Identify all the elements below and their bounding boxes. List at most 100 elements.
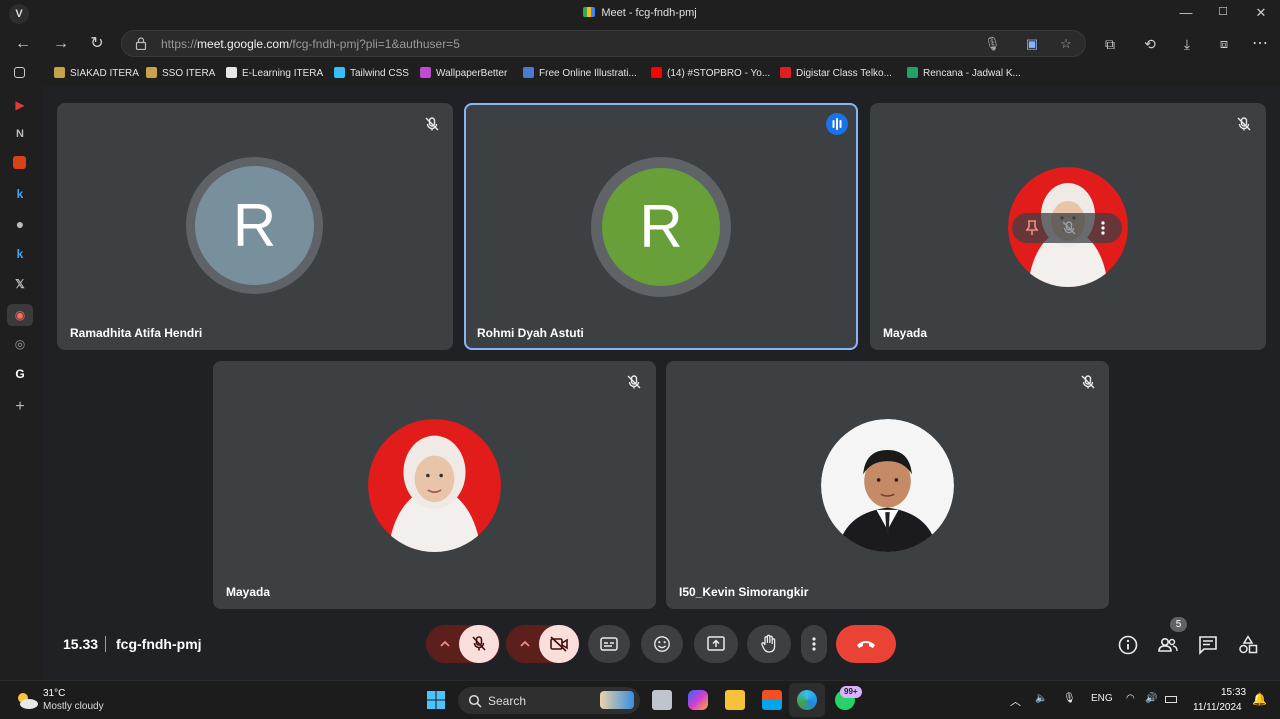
k2-icon[interactable]: k bbox=[12, 246, 28, 262]
x-icon[interactable]: 𝕏 bbox=[12, 276, 28, 292]
end-call-icon bbox=[857, 641, 875, 648]
participant-tile[interactable]: R Ramadhita Atifa Hendri bbox=[57, 103, 453, 350]
favorite-wallpaper[interactable]: WallpaperBetter bbox=[420, 67, 507, 79]
bookmark-icon bbox=[907, 67, 918, 78]
back-button[interactable]: ← bbox=[12, 33, 34, 55]
title-bar: V Meet - fcg-fndh-pmj — ☐ ✕ bbox=[0, 0, 1280, 28]
hand-icon bbox=[761, 634, 776, 653]
edge-browser-icon[interactable] bbox=[797, 690, 817, 710]
activities-icon[interactable] bbox=[1237, 634, 1259, 656]
avatar-photo bbox=[821, 419, 954, 552]
microphone-permission-icon[interactable]: 🎙 bbox=[984, 36, 1001, 52]
extensions-icon[interactable]: ⧉ bbox=[1099, 33, 1121, 55]
chat-icon[interactable] bbox=[1197, 634, 1219, 656]
chevron-up-icon[interactable]: ︿ bbox=[1010, 693, 1021, 709]
pin-icon[interactable] bbox=[1025, 220, 1039, 236]
close-window-button[interactable]: ✕ bbox=[1250, 5, 1272, 21]
minimize-button[interactable]: — bbox=[1175, 5, 1197, 20]
speaker-tray-icon[interactable]: 🔈 bbox=[1035, 693, 1047, 704]
task-view-icon[interactable] bbox=[652, 690, 672, 710]
k-icon[interactable]: k bbox=[12, 186, 28, 202]
chrome-icon[interactable]: ◎ bbox=[12, 336, 28, 352]
people-icon[interactable] bbox=[1157, 634, 1179, 656]
participant-tile-speaking[interactable]: R Rohmi Dyah Astuti bbox=[464, 103, 858, 350]
record-icon[interactable]: ◉ bbox=[7, 304, 33, 326]
favorite-tailwind[interactable]: Tailwind CSS bbox=[334, 67, 409, 79]
participant-name: Ramadhita Atifa Hendri bbox=[70, 326, 203, 340]
url-text: https://meet.google.com/fcg-fndh-pmj?pli… bbox=[161, 37, 460, 51]
captions-icon bbox=[600, 637, 618, 651]
tabs-icon[interactable] bbox=[14, 67, 25, 78]
favorite-rencana[interactable]: Rencana - Jadwal K... bbox=[907, 67, 1021, 79]
mute-participant-icon[interactable] bbox=[1060, 219, 1078, 237]
participant-tile[interactable]: I50_Kevin Simorangkir bbox=[666, 361, 1109, 609]
captions-button[interactable] bbox=[588, 625, 630, 663]
meeting-info-icon[interactable] bbox=[1117, 634, 1139, 656]
camera-toggle-button[interactable] bbox=[539, 625, 579, 663]
taskbar-search[interactable]: Search bbox=[458, 687, 640, 714]
notion-icon[interactable]: N bbox=[12, 126, 28, 142]
chevron-up-icon[interactable] bbox=[439, 639, 451, 649]
microphone-toggle-button[interactable] bbox=[459, 625, 499, 663]
copilot-icon[interactable] bbox=[688, 690, 708, 710]
screenshot-icon[interactable]: ⧈ bbox=[1213, 33, 1235, 55]
forward-button[interactable]: → bbox=[50, 33, 72, 55]
battery-icon[interactable] bbox=[1165, 696, 1177, 703]
maximize-button[interactable]: ☐ bbox=[1212, 5, 1234, 18]
participant-name: Mayada bbox=[883, 326, 928, 340]
notification-bell-icon[interactable]: 🔔 bbox=[1252, 692, 1267, 706]
downloads-icon[interactable]: ⤓ bbox=[1176, 33, 1198, 55]
avatar: R bbox=[602, 168, 720, 286]
favorite-elearning[interactable]: E-Learning ITERA bbox=[226, 67, 323, 79]
taskbar-date[interactable]: 11/11/2024 bbox=[1193, 702, 1242, 713]
leave-call-button[interactable] bbox=[836, 625, 896, 663]
mic-off-icon bbox=[627, 375, 641, 389]
favorite-siakad[interactable]: SIAKAD ITERA bbox=[54, 67, 139, 79]
mic-off-icon bbox=[472, 636, 486, 651]
more-menu-icon[interactable]: ⋯ bbox=[1249, 33, 1271, 55]
store-icon[interactable] bbox=[762, 690, 782, 710]
raise-hand-button[interactable] bbox=[747, 625, 791, 663]
weather-description: Mostly cloudy bbox=[43, 701, 104, 712]
add-icon[interactable]: + bbox=[12, 399, 28, 415]
favorite-digistar[interactable]: Digistar Class Telko... bbox=[780, 67, 892, 79]
github-icon[interactable]: ● bbox=[12, 216, 28, 232]
refresh-button[interactable]: ↻ bbox=[86, 33, 108, 55]
present-icon bbox=[707, 636, 725, 651]
chevron-up-icon[interactable] bbox=[519, 639, 531, 649]
window-title: Meet - fcg-fndh-pmj bbox=[601, 7, 697, 19]
taskbar-clock[interactable]: 15:33 bbox=[1221, 687, 1246, 698]
camera-permission-icon[interactable]: ▣ bbox=[1024, 36, 1040, 52]
video-off-icon bbox=[550, 636, 568, 652]
weather-icon[interactable] bbox=[14, 689, 40, 711]
language-indicator[interactable]: ENG bbox=[1091, 693, 1113, 704]
speaking-indicator-icon bbox=[826, 113, 848, 135]
reactions-button[interactable] bbox=[641, 625, 683, 663]
volume-icon[interactable]: 🔊 bbox=[1145, 693, 1157, 704]
file-explorer-icon[interactable] bbox=[725, 690, 745, 710]
favorite-star-icon[interactable]: ☆ bbox=[1058, 36, 1074, 52]
wifi-icon[interactable]: ◠ bbox=[1126, 693, 1135, 704]
windows-start-icon[interactable] bbox=[426, 690, 446, 710]
more-options-button[interactable] bbox=[801, 625, 827, 663]
youtube-icon[interactable]: ▶ bbox=[12, 97, 28, 113]
bookmark-icon bbox=[334, 67, 345, 78]
participant-tile[interactable]: Mayada bbox=[213, 361, 656, 609]
google-icon[interactable]: G bbox=[12, 366, 28, 382]
mic-off-icon bbox=[425, 117, 439, 131]
gallery-icon[interactable] bbox=[13, 156, 26, 169]
emoji-icon bbox=[654, 636, 670, 652]
bookmark-icon bbox=[523, 67, 534, 78]
weather-temperature: 31°C bbox=[43, 688, 66, 699]
participant-name: Rohmi Dyah Astuti bbox=[477, 326, 584, 340]
favorite-illustration[interactable]: Free Online Illustrati... bbox=[523, 67, 637, 79]
browser-sidebar: ▶ N k ● k 𝕏 ◉ ◎ G + bbox=[0, 60, 42, 680]
present-screen-button[interactable] bbox=[694, 625, 738, 663]
favorite-sso[interactable]: SSO ITERA bbox=[146, 67, 215, 79]
favorite-youtube[interactable]: (14) #STOPBRO - Yo... bbox=[651, 67, 770, 79]
address-bar[interactable]: https://meet.google.com/fcg-fndh-pmj?pli… bbox=[121, 30, 1086, 57]
bookmark-icon bbox=[54, 67, 65, 78]
more-options-icon[interactable] bbox=[1100, 220, 1106, 236]
microphone-tray-icon[interactable]: 🎙 bbox=[1063, 693, 1076, 704]
history-icon[interactable]: ⟲ bbox=[1139, 33, 1161, 55]
